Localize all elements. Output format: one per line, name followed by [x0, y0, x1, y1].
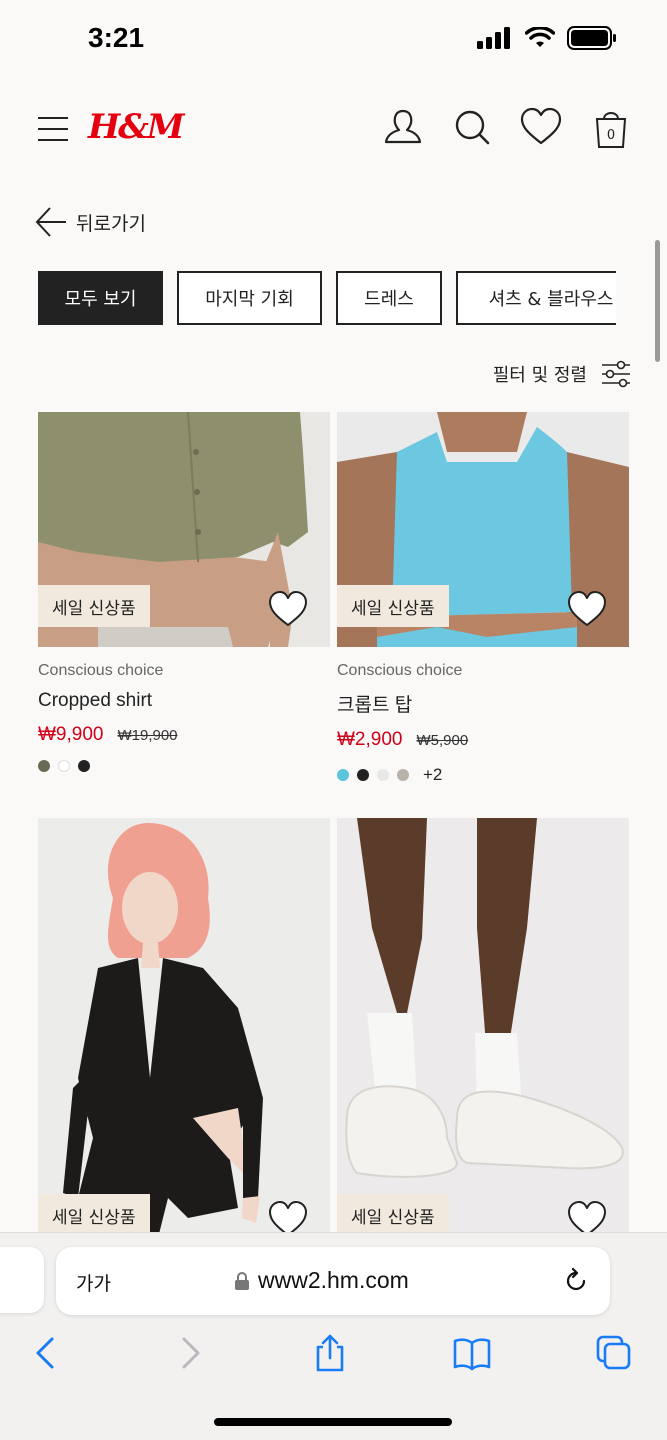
previous-tab-preview[interactable] — [0, 1247, 44, 1313]
sale-price: ₩9,900 — [38, 724, 104, 745]
add-to-favorites-heart-icon[interactable] — [268, 590, 308, 630]
product-meta: Conscious choice 크롭트 탑 ₩2,900 ₩5,900 +2 — [337, 662, 468, 785]
conscious-choice-label: Conscious choice — [38, 662, 164, 679]
product-name[interactable]: 크롭트 탑 — [337, 690, 468, 717]
color-swatch[interactable] — [377, 769, 389, 781]
address-bar[interactable]: 가가 www2.hm.com — [56, 1247, 610, 1315]
forward-chevron-icon[interactable] — [170, 1333, 210, 1373]
reload-icon[interactable] — [562, 1267, 590, 1295]
product-image[interactable] — [38, 818, 330, 1238]
more-colors-count[interactable]: +2 — [423, 765, 442, 785]
cellular-signal-icon — [477, 27, 510, 49]
sale-new-badge: 세일 신상품 — [337, 1194, 449, 1236]
color-swatch[interactable] — [337, 769, 349, 781]
text-size-button[interactable]: 가가 — [76, 1269, 111, 1296]
category-chips: 모두 보기 마지막 기회 드레스 셔츠 & 블라우스 — [38, 271, 616, 327]
sale-new-badge: 세일 신상품 — [38, 1194, 150, 1236]
chip-last-chance[interactable]: 마지막 기회 — [177, 271, 322, 325]
back-label: 뒤로가기 — [76, 212, 146, 235]
product-name[interactable]: Cropped shirt — [38, 690, 178, 712]
wifi-icon — [525, 27, 555, 47]
site-header: H&M 0 — [0, 95, 667, 165]
product-photo-white-sneakers — [337, 818, 629, 1238]
home-indicator[interactable] — [214, 1418, 452, 1426]
sale-new-badge: 세일 신상품 — [337, 585, 449, 627]
original-price: ₩5,900 — [416, 732, 469, 749]
add-to-favorites-heart-icon[interactable] — [567, 590, 607, 630]
tabs-icon[interactable] — [594, 1333, 634, 1373]
status-bar: 3:21 — [0, 0, 667, 80]
browser-toolbar: 가가 www2.hm.com — [0, 1232, 667, 1440]
sale-new-badge: 세일 신상품 — [38, 585, 150, 627]
page-scrollbar[interactable] — [655, 240, 660, 362]
url-display[interactable]: www2.hm.com — [234, 1267, 409, 1294]
share-icon[interactable] — [310, 1333, 350, 1373]
menu-icon[interactable] — [38, 117, 70, 141]
back-chevron-icon[interactable] — [26, 1333, 66, 1373]
product-card[interactable]: 세일 신상품 — [337, 818, 629, 1238]
product-meta: Conscious choice Cropped shirt ₩9,900 ₩1… — [38, 662, 178, 772]
bag-count: 0 — [607, 128, 615, 143]
chip-shirts-blouses[interactable]: 셔츠 & 블라우스 — [456, 271, 616, 325]
color-swatch[interactable] — [58, 760, 70, 772]
chip-all[interactable]: 모두 보기 — [38, 271, 163, 325]
product-image[interactable] — [337, 818, 629, 1238]
lock-icon — [235, 1271, 249, 1290]
sale-price: ₩2,900 — [337, 729, 403, 750]
back-link[interactable]: 뒤로가기 — [34, 205, 146, 239]
color-swatch[interactable] — [78, 760, 90, 772]
search-icon[interactable] — [450, 105, 496, 151]
bookmarks-book-icon[interactable] — [452, 1333, 492, 1373]
color-swatch[interactable] — [357, 769, 369, 781]
arrow-left-icon — [35, 207, 66, 237]
product-card[interactable]: 세일 신상품 Conscious choice Cropped shirt ₩9… — [38, 412, 330, 792]
filter-sort-label: 필터 및 정렬 — [492, 365, 587, 386]
battery-icon — [567, 26, 616, 50]
shopping-bag-icon[interactable]: 0 — [588, 105, 634, 151]
color-swatches: +2 — [337, 765, 468, 785]
original-price: ₩19,900 — [117, 727, 178, 744]
product-card[interactable]: 세일 신상품 Conscious choice 크롭트 탑 ₩2,900 ₩5,… — [337, 412, 629, 792]
product-card[interactable]: 세일 신상품 — [38, 818, 330, 1238]
url-text: www2.hm.com — [258, 1267, 409, 1293]
color-swatch[interactable] — [397, 769, 409, 781]
sliders-icon — [602, 360, 630, 388]
favorites-heart-icon[interactable] — [518, 105, 564, 151]
status-time: 3:21 — [88, 22, 145, 53]
product-photo-blazer-dress — [38, 818, 330, 1238]
color-swatches — [38, 760, 178, 772]
chip-dresses[interactable]: 드레스 — [336, 271, 442, 325]
hm-logo[interactable]: H&M — [88, 107, 184, 147]
status-icons — [477, 26, 617, 50]
color-swatch[interactable] — [38, 760, 50, 772]
conscious-choice-label: Conscious choice — [337, 662, 463, 679]
filter-sort-button[interactable]: 필터 및 정렬 — [493, 360, 631, 388]
account-icon[interactable] — [380, 105, 426, 151]
